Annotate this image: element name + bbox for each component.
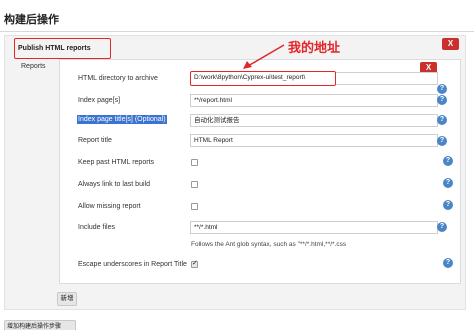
annotation-arrow: [243, 44, 285, 69]
annotation-arrow-line: [247, 44, 285, 67]
jenkins-config-page: 构建后操作 Publish HTML reports X Reports X H…: [0, 0, 474, 330]
